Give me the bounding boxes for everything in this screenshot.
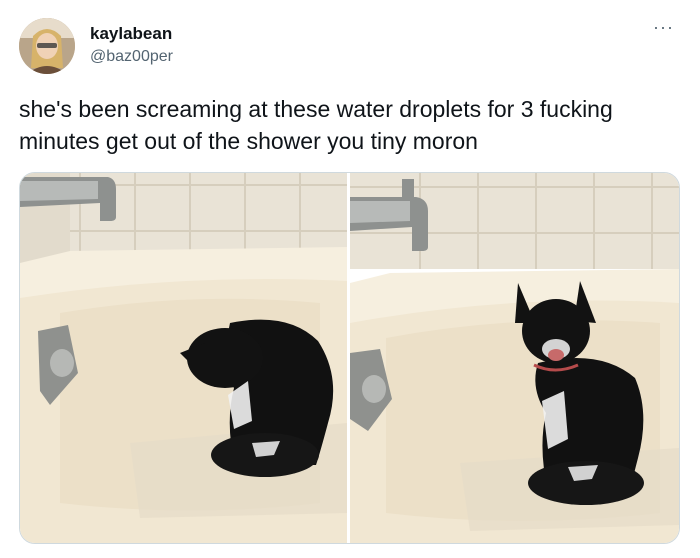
tweet-media[interactable]: [19, 172, 680, 544]
photo-cat-meowing[interactable]: [350, 173, 679, 543]
photo-cat-looking-down[interactable]: [20, 173, 347, 543]
display-name[interactable]: kaylabean: [90, 24, 172, 44]
more-options-icon[interactable]: ···: [653, 18, 674, 36]
avatar[interactable]: [19, 18, 75, 74]
tweet-card: kaylabean @baz00per ··· she's been screa…: [0, 0, 700, 558]
tweet-text: she's been screaming at these water drop…: [19, 96, 613, 154]
user-handle[interactable]: @baz00per: [90, 48, 173, 66]
